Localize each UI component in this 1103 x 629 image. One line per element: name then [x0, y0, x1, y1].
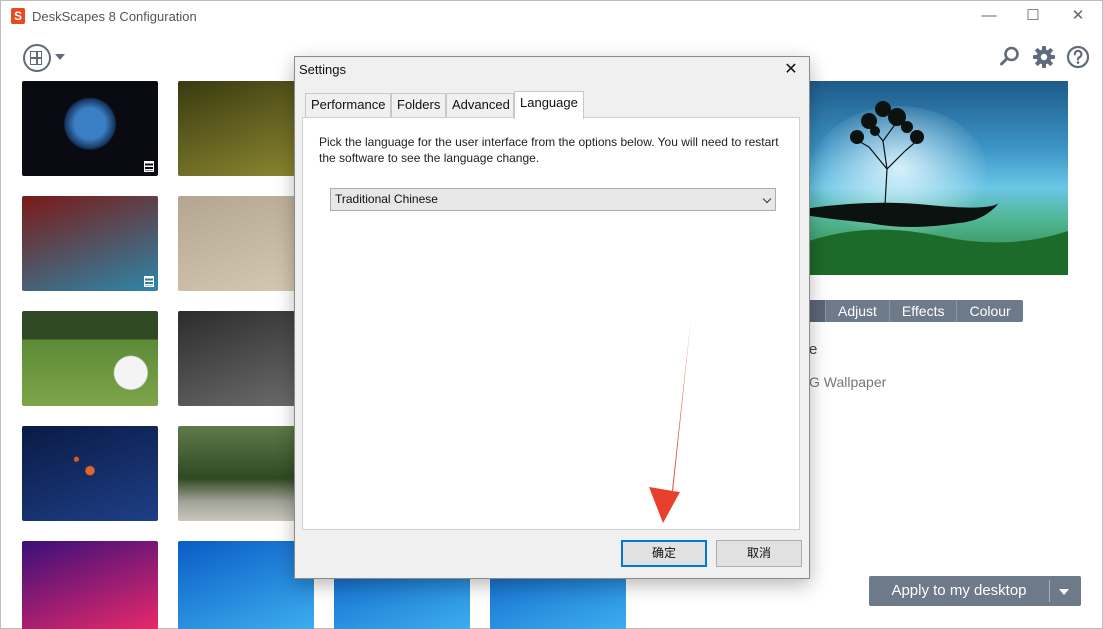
apply-dropdown-chevron-icon[interactable] [1059, 589, 1069, 595]
wallpaper-thumbnail-purple-equalizer[interactable] [22, 541, 158, 629]
tab-effects[interactable]: Effects [888, 300, 957, 322]
language-select[interactable]: Traditional Chinese [330, 188, 776, 211]
wallpaper-title: e [809, 341, 818, 358]
tab-advanced[interactable]: Advanced [446, 93, 514, 117]
tab-adjust[interactable]: Adjust [825, 300, 889, 322]
tab-performance[interactable]: Performance [305, 93, 391, 117]
dialog-title: Settings [299, 62, 346, 77]
language-panel: Pick the language for the user interface… [302, 117, 800, 530]
floating-tree-image [809, 101, 1068, 275]
gear-icon[interactable] [1032, 45, 1056, 69]
language-description: Pick the language for the user interface… [319, 135, 779, 165]
cancel-button[interactable]: 取消 [716, 540, 802, 567]
dialog-close-button[interactable]: ✕ [779, 59, 803, 81]
search-icon[interactable] [998, 45, 1022, 69]
wallpaper-thumbnail-space-planets[interactable] [22, 426, 158, 521]
apply-to-desktop-button[interactable]: Apply to my desktop [869, 576, 1081, 606]
tab-colour[interactable]: Colour [956, 300, 1022, 322]
main-window: S DeskScapes 8 Configuration — ☐ ✕ Adjus… [0, 0, 1103, 629]
detail-tabs: Adjust Effects Colour [809, 300, 1023, 322]
video-badge-icon [144, 276, 154, 287]
wallpaper-thumbnail-golf-ball[interactable] [22, 311, 158, 406]
wallpaper-preview [809, 81, 1068, 275]
apply-split-divider [1049, 580, 1050, 602]
chevron-down-icon [762, 194, 772, 204]
close-button[interactable]: ✕ [1058, 5, 1098, 29]
maximize-button[interactable]: ☐ [1013, 5, 1053, 29]
minimize-button[interactable]: — [969, 5, 1009, 29]
language-select-value: Traditional Chinese [335, 192, 438, 206]
wallpaper-type: G Wallpaper [809, 374, 887, 390]
video-badge-icon [144, 161, 154, 172]
wallpaper-thumbnail-retro-girl-car[interactable] [22, 196, 158, 291]
apply-label: Apply to my desktop [891, 582, 1027, 599]
tab-hidden-segment[interactable] [809, 300, 825, 322]
app-logo-icon: S [11, 8, 25, 24]
settings-dialog: Settings ✕ Performance Folders Advanced … [294, 56, 810, 579]
tab-folders[interactable]: Folders [391, 93, 446, 117]
ok-button[interactable]: 确定 [621, 540, 707, 567]
view-dropdown-chevron-icon[interactable] [55, 54, 65, 60]
tab-language[interactable]: Language [514, 91, 584, 119]
view-mode-icon[interactable] [23, 44, 51, 72]
wallpaper-thumbnail-earth[interactable] [22, 81, 158, 176]
title-bar: S DeskScapes 8 Configuration — ☐ ✕ [1, 1, 1102, 33]
help-icon[interactable] [1066, 45, 1090, 69]
window-title: DeskScapes 8 Configuration [32, 9, 197, 24]
